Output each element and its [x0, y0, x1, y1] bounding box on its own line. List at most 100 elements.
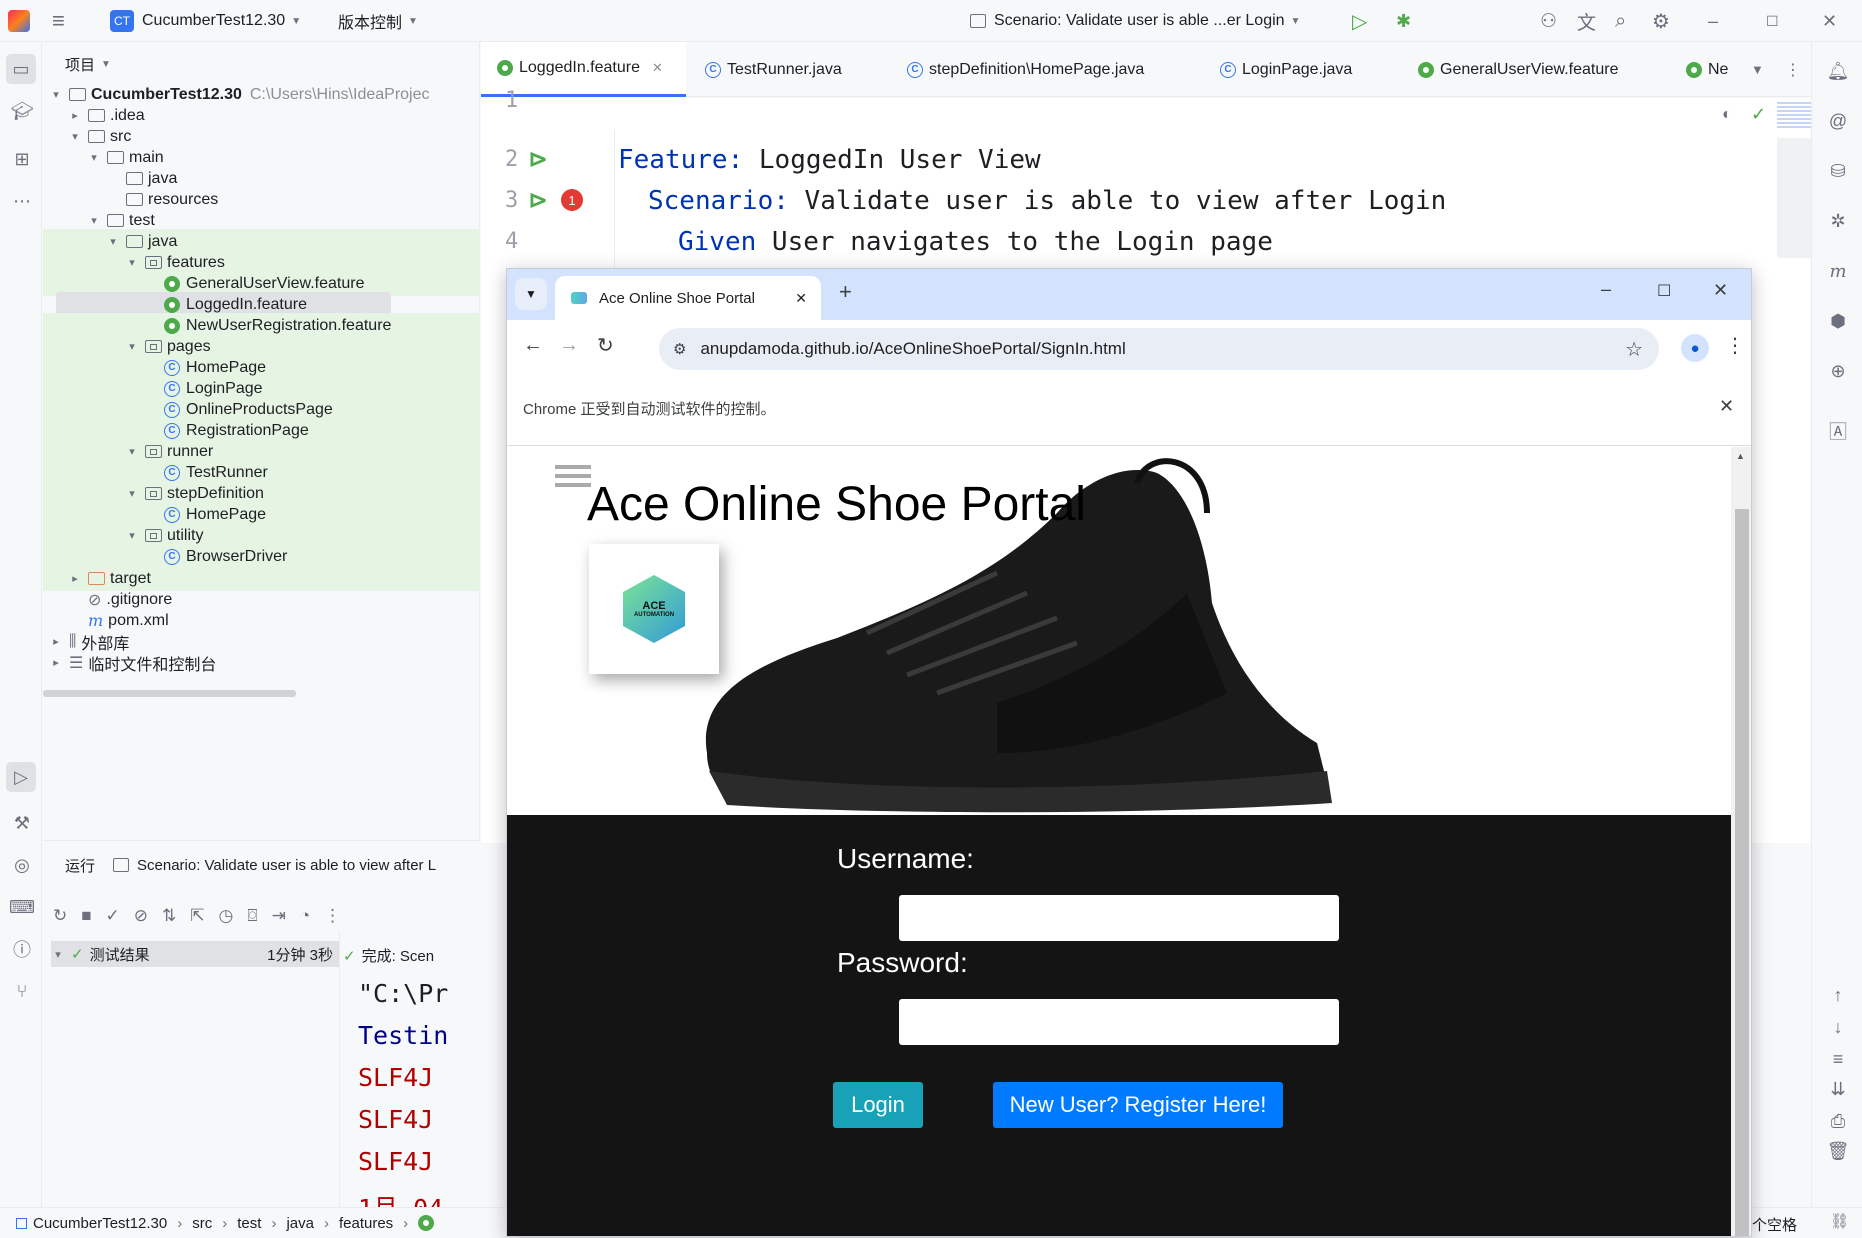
git-icon[interactable]: ⑂: [9, 978, 35, 1004]
filter-icon[interactable]: ⊘: [134, 906, 148, 926]
check-icon[interactable]: ✓: [106, 906, 120, 926]
collapse-icon[interactable]: ⇱: [190, 906, 204, 926]
vcs-menu[interactable]: 版本控制 ▼: [338, 0, 418, 42]
chevron-down-icon[interactable]: ▾: [125, 529, 139, 542]
add-user-icon[interactable]: ⚇: [1540, 0, 1557, 42]
tab-overflow-icon[interactable]: ▼: [1751, 42, 1764, 97]
scroll-end-icon[interactable]: ⇊: [1825, 1076, 1851, 1102]
username-input[interactable]: [899, 895, 1339, 941]
close-icon[interactable]: ✕: [1719, 396, 1734, 417]
error-badge[interactable]: 1: [561, 189, 583, 211]
run-gutter-icon[interactable]: ⊳: [528, 186, 548, 215]
chevron-right-icon[interactable]: ▸: [68, 572, 82, 585]
test-results-row[interactable]: ▾ ✓ 测试结果 1分钟 3秒: [51, 941, 339, 967]
ai-assistant-icon[interactable]: @: [1825, 108, 1851, 134]
lock-icon[interactable]: ⛓: [1830, 1212, 1849, 1230]
chevron-down-icon[interactable]: ▾: [87, 214, 101, 227]
more-icon[interactable]: ⋮: [324, 906, 341, 926]
chevron-down-icon[interactable]: ▾: [87, 151, 101, 164]
run-tool-icon[interactable]: ▷: [6, 762, 36, 792]
stop-icon[interactable]: ■: [81, 906, 91, 926]
chevron-down-icon[interactable]: ▾: [125, 487, 139, 500]
run-config-selector[interactable]: Scenario: Validate user is able ...er Lo…: [970, 0, 1300, 42]
profile-avatar[interactable]: ●: [1681, 334, 1709, 362]
run-gutter-icon[interactable]: ⊳: [528, 145, 548, 174]
login-button[interactable]: Login: [833, 1082, 923, 1128]
reload-icon[interactable]: ↻: [597, 333, 614, 358]
new-tab-icon[interactable]: +: [839, 279, 852, 305]
notifications-icon[interactable]: 🔔︎: [1825, 58, 1851, 84]
chevron-down-icon[interactable]: ▾: [68, 130, 82, 143]
tab-testrunner[interactable]: C TestRunner.java: [705, 42, 842, 97]
password-input[interactable]: [899, 999, 1339, 1045]
tab-search-icon[interactable]: ▼: [515, 278, 547, 310]
folder-icon[interactable]: ▭: [6, 54, 36, 84]
trash-icon[interactable]: 🗑︎: [1825, 1138, 1851, 1164]
learn-icon[interactable]: 🎓︎: [9, 98, 35, 124]
close-tab-icon[interactable]: ✕: [795, 290, 807, 307]
close-icon[interactable]: ✕: [1713, 280, 1728, 301]
translate-icon[interactable]: 文: [1577, 0, 1596, 42]
camera-icon[interactable]: ⌼: [247, 906, 257, 926]
run-tab[interactable]: Scenario: Validate user is able to view …: [113, 849, 436, 881]
chevron-right-icon[interactable]: ▸: [49, 635, 63, 648]
chevron-down-icon[interactable]: ▾: [125, 340, 139, 353]
bookmark-star-icon[interactable]: ☆: [1625, 337, 1643, 362]
tree-item[interactable]: ▸ ☰ 临时文件和控制台: [49, 650, 216, 675]
tab-loginpage[interactable]: C LoginPage.java: [1220, 42, 1352, 97]
app-logo-icon[interactable]: [8, 0, 30, 42]
chevron-down-icon[interactable]: ▾: [125, 445, 139, 458]
editor-scrollbar[interactable]: [1777, 138, 1811, 258]
tab-new-user[interactable]: Ne: [1686, 42, 1746, 97]
address-bar[interactable]: ⚙ anupdamoda.github.io/AceOnlineShoePort…: [659, 328, 1659, 370]
project-panel-header[interactable]: 项目 ▼: [65, 52, 111, 76]
gradle-icon[interactable]: ✲: [1825, 208, 1851, 234]
services-icon[interactable]: ◎: [9, 852, 35, 878]
back-icon[interactable]: ←: [523, 334, 543, 357]
hamburger-menu-icon[interactable]: [555, 465, 591, 487]
register-button[interactable]: New User? Register Here!: [993, 1082, 1283, 1128]
breadcrumb-item[interactable]: test: [237, 1215, 261, 1232]
more-icon[interactable]: ⋮: [1785, 42, 1801, 97]
page-scrollbar[interactable]: ▲: [1731, 447, 1751, 1236]
indent-setting[interactable]: 个空格: [1752, 1214, 1797, 1235]
endpoints-icon[interactable]: ⊕: [1825, 358, 1851, 384]
rerun-icon[interactable]: ↻: [53, 906, 67, 926]
breadcrumb-item[interactable]: features: [339, 1215, 393, 1232]
font-icon[interactable]: 🄰: [1825, 418, 1851, 444]
site-info-icon[interactable]: ⚙: [673, 340, 686, 358]
more-icon[interactable]: ⋯: [9, 188, 35, 214]
tab-generaluserview[interactable]: GeneralUserView.feature: [1418, 42, 1618, 97]
print-icon[interactable]: ⎙: [1825, 1108, 1851, 1134]
chrome-tab[interactable]: Ace Online Shoe Portal ✕: [555, 276, 821, 320]
minimap[interactable]: [1777, 102, 1811, 130]
arrow-down-icon[interactable]: ↓: [1825, 1014, 1851, 1040]
main-menu-icon[interactable]: ≡: [52, 0, 65, 42]
history-icon[interactable]: ◷: [219, 906, 234, 926]
gear-icon[interactable]: ⚙: [1652, 0, 1670, 42]
minimize-icon[interactable]: –: [1601, 279, 1611, 300]
run-icon[interactable]: ▷: [1352, 0, 1367, 42]
more-icon[interactable]: ⋮: [1725, 333, 1745, 358]
breadcrumb-item[interactable]: java: [286, 1215, 314, 1232]
close-tab-icon[interactable]: ✕: [652, 60, 663, 76]
chevron-right-icon[interactable]: ▸: [68, 109, 82, 122]
close-icon[interactable]: ✕: [1822, 0, 1837, 42]
forward-icon[interactable]: →: [559, 334, 579, 357]
reader-mode-icon[interactable]: ◐: [1722, 106, 1732, 124]
terminal-icon[interactable]: ⌨: [9, 894, 35, 920]
debug-icon[interactable]: ✱: [1396, 0, 1411, 42]
wrap-icon[interactable]: ≡: [1825, 1046, 1851, 1072]
project-switcher[interactable]: CT CucumberTest12.30 ▼: [110, 0, 301, 42]
minimize-icon[interactable]: –: [1708, 0, 1718, 42]
chevron-right-icon[interactable]: ▸: [49, 656, 63, 669]
breadcrumb-item[interactable]: src: [192, 1215, 212, 1232]
maven-icon[interactable]: m: [1825, 258, 1851, 284]
problems-icon[interactable]: ⓘ: [9, 936, 35, 962]
chevron-down-icon[interactable]: ▾: [125, 256, 139, 269]
tab-stepdefinition-homepage[interactable]: C stepDefinition\HomePage.java: [907, 42, 1144, 97]
maximize-icon[interactable]: ☐: [1657, 281, 1671, 301]
sort-icon[interactable]: ⇅: [162, 906, 176, 926]
build-icon[interactable]: ⚒: [9, 810, 35, 836]
structure-icon[interactable]: ⊞: [9, 146, 35, 172]
